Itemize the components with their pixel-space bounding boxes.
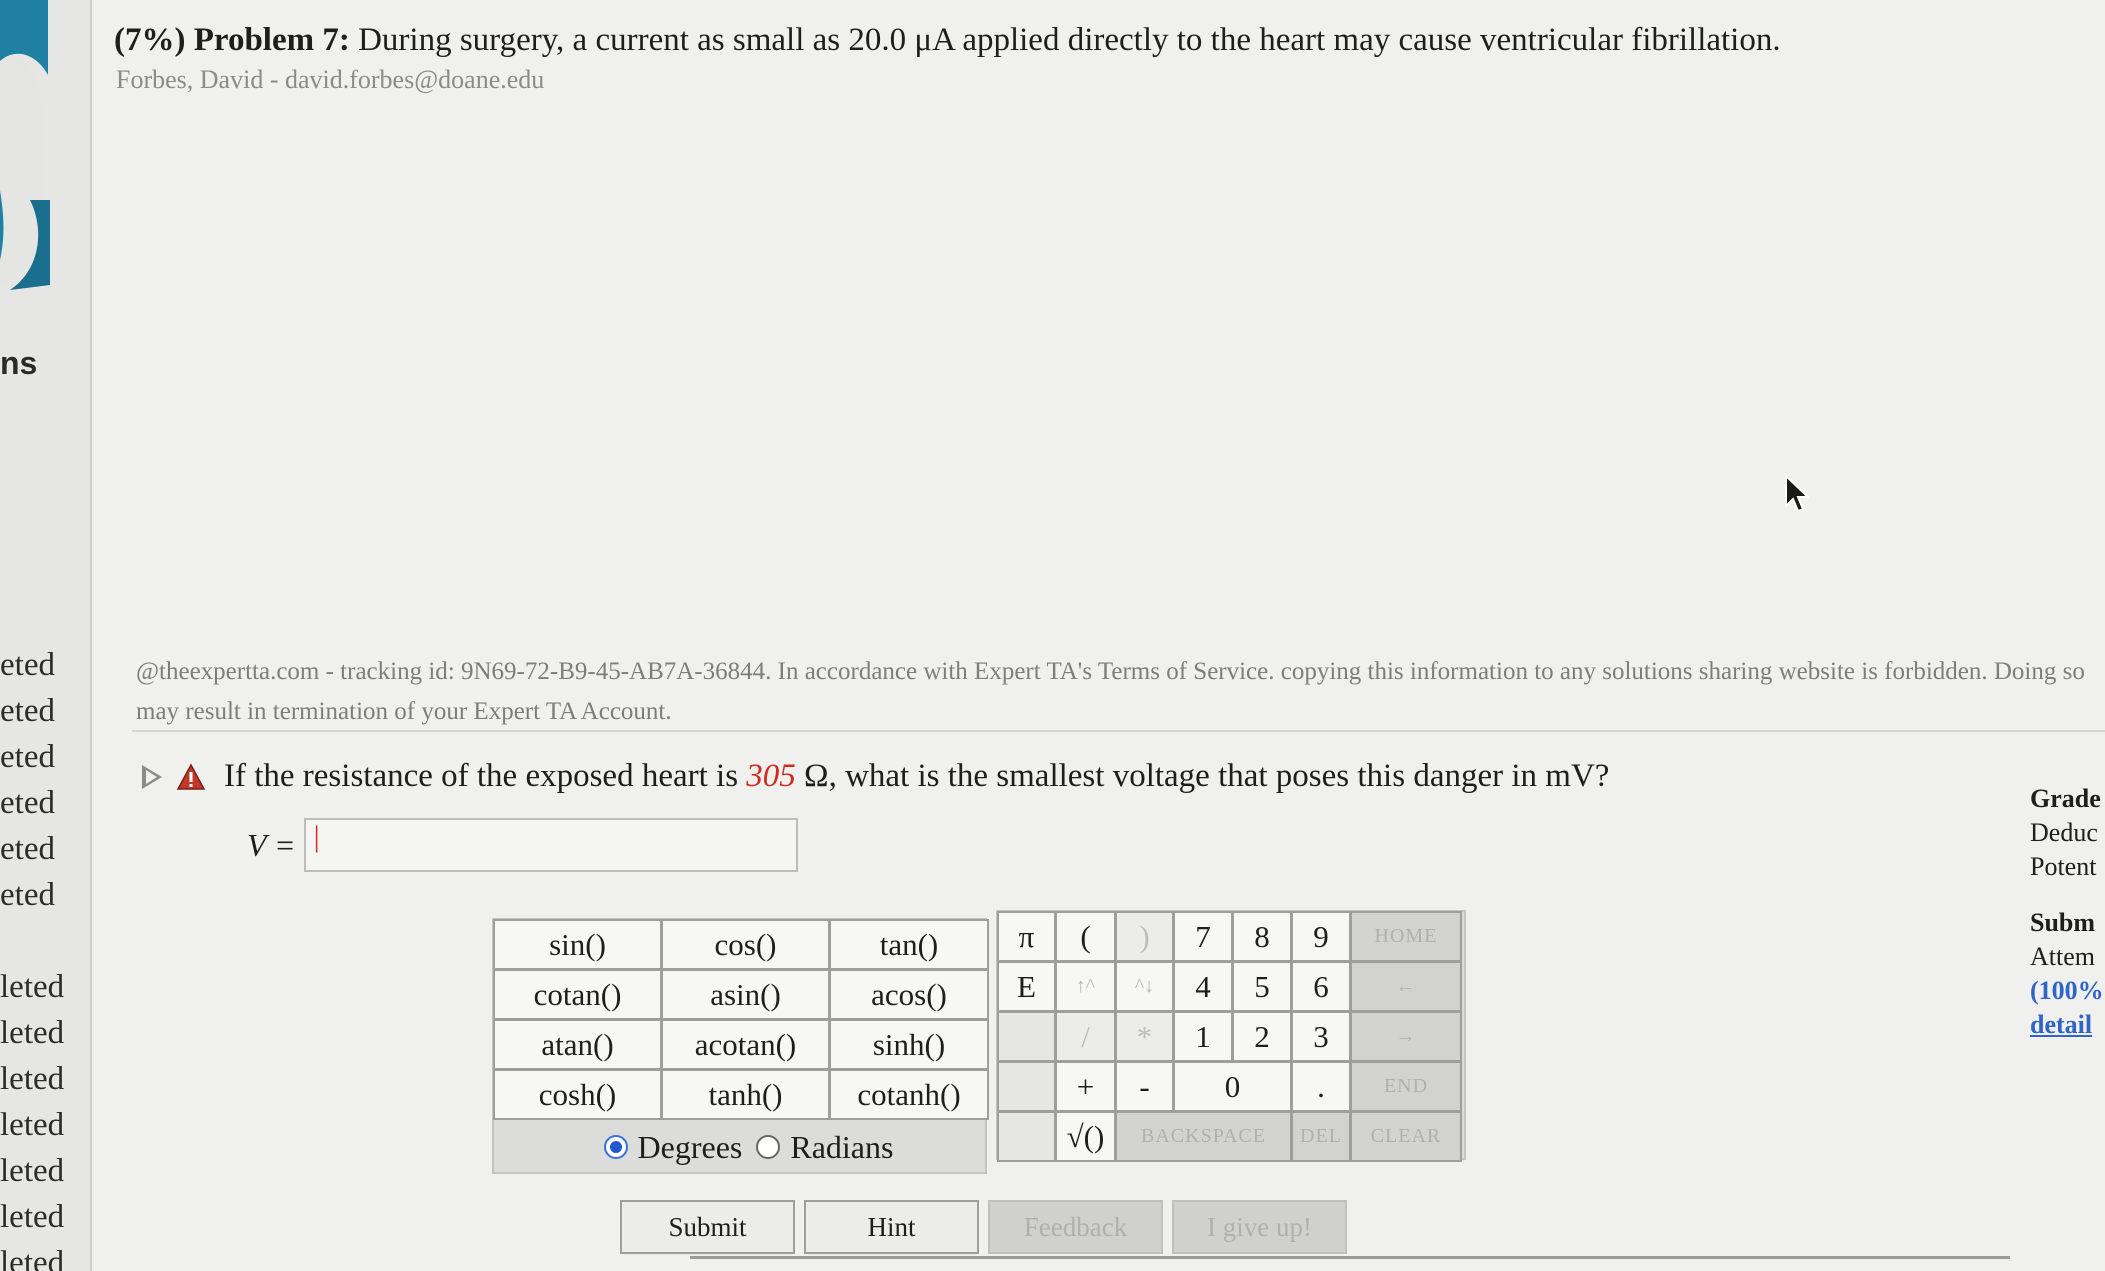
paren-open-key[interactable]: ( bbox=[1055, 911, 1116, 962]
key-2[interactable]: 2 bbox=[1232, 1011, 1292, 1062]
question-prefix: If the resistance of the exposed heart i… bbox=[224, 758, 739, 794]
radians-label[interactable]: Radians bbox=[790, 1129, 893, 1166]
key-6[interactable]: 6 bbox=[1291, 961, 1351, 1012]
sidebar-item[interactable]: eted bbox=[0, 693, 55, 730]
minus-key[interactable]: - bbox=[1115, 1061, 1174, 1112]
grade-label: Grade bbox=[2030, 784, 2101, 813]
end-key[interactable]: END bbox=[1350, 1061, 1462, 1112]
backspace-key[interactable]: BACKSPACE bbox=[1115, 1111, 1292, 1162]
cos-key[interactable]: cos() bbox=[661, 919, 830, 970]
acotan-key[interactable]: acotan() bbox=[661, 1019, 830, 1070]
sidebar-item[interactable]: leted bbox=[0, 1153, 64, 1190]
sidebar-item[interactable]: leted bbox=[0, 1245, 64, 1271]
sidebar-item[interactable]: leted bbox=[0, 1015, 64, 1052]
plus-key[interactable]: + bbox=[1055, 1061, 1116, 1112]
home-key[interactable]: HOME bbox=[1350, 911, 1462, 962]
tan-key[interactable]: tan() bbox=[829, 919, 989, 970]
del-key[interactable]: DEL bbox=[1291, 1111, 1351, 1162]
angle-mode: Degrees Radians bbox=[494, 1122, 989, 1172]
sidebar-item[interactable]: eted bbox=[0, 831, 55, 868]
problem-title: (7%) Problem 7: During surgery, a curren… bbox=[114, 22, 1781, 59]
degrees-label[interactable]: Degrees bbox=[638, 1129, 743, 1166]
sidebar-item[interactable]: eted bbox=[0, 877, 55, 914]
down-caret-key[interactable]: ^↓ bbox=[1115, 961, 1174, 1012]
sin-key[interactable]: sin() bbox=[493, 919, 662, 970]
potential-label: Potent bbox=[2030, 852, 2097, 881]
key-4[interactable]: 4 bbox=[1173, 961, 1233, 1012]
warning-icon bbox=[176, 762, 206, 790]
feedback-button[interactable]: Feedback bbox=[988, 1200, 1163, 1254]
atan-key[interactable]: atan() bbox=[493, 1019, 662, 1070]
details-link[interactable]: detail bbox=[2030, 1008, 2104, 1042]
expand-triangle-icon[interactable] bbox=[142, 764, 162, 789]
number-keypad: π ( ) 7 8 9 HOME E ↑^ ^↓ 4 5 6 ← / * 1 2… bbox=[996, 910, 1466, 1162]
key-3[interactable]: 3 bbox=[1291, 1011, 1351, 1062]
submit-button[interactable]: Submit bbox=[620, 1200, 795, 1254]
radians-radio[interactable] bbox=[756, 1135, 781, 1159]
question-suffix: Ω, what is the smallest voltage that pos… bbox=[804, 758, 1610, 794]
action-buttons: Submit Hint Feedback I give up! bbox=[620, 1200, 1356, 1254]
logo bbox=[0, 0, 64, 300]
blank-key bbox=[997, 1011, 1056, 1062]
blank-key bbox=[997, 1061, 1056, 1112]
up-caret-key[interactable]: ↑^ bbox=[1055, 961, 1116, 1012]
answer-row: V = | bbox=[247, 818, 798, 872]
tanh-key[interactable]: tanh() bbox=[661, 1069, 830, 1120]
answer-input[interactable]: | bbox=[303, 818, 798, 872]
sidebar-item[interactable]: leted bbox=[0, 1199, 64, 1236]
key-0[interactable]: 0 bbox=[1173, 1061, 1292, 1112]
problem-percent: (7%) bbox=[114, 22, 186, 58]
cotan-key[interactable]: cotan() bbox=[493, 969, 662, 1020]
degrees-radio[interactable] bbox=[603, 1135, 628, 1159]
key-5[interactable]: 5 bbox=[1232, 961, 1292, 1012]
give-up-button[interactable]: I give up! bbox=[1172, 1200, 1347, 1254]
submissions-label: Subm bbox=[2030, 908, 2096, 937]
function-keypad: sin() cos() tan() cotan() asin() acos() … bbox=[492, 918, 989, 1174]
e-key[interactable]: E bbox=[997, 961, 1056, 1012]
divider bbox=[690, 1256, 2010, 1259]
cosh-key[interactable]: cosh() bbox=[493, 1069, 662, 1120]
sidebar-item[interactable]: eted bbox=[0, 647, 55, 684]
acos-key[interactable]: acos() bbox=[829, 969, 989, 1020]
key-8[interactable]: 8 bbox=[1232, 911, 1292, 962]
question: If the resistance of the exposed heart i… bbox=[142, 758, 1609, 795]
paren-close-key[interactable]: ) bbox=[1115, 911, 1174, 962]
problem-author: Forbes, David - david.forbes@doane.edu bbox=[116, 65, 545, 94]
grade-summary: Grade Deduc Potent Subm Attem (100% deta… bbox=[2030, 782, 2104, 1042]
divider bbox=[132, 730, 2105, 732]
asin-key[interactable]: asin() bbox=[661, 969, 830, 1020]
key-9[interactable]: 9 bbox=[1291, 911, 1351, 962]
sinh-key[interactable]: sinh() bbox=[829, 1019, 989, 1070]
pi-key[interactable]: π bbox=[997, 911, 1056, 962]
dot-key[interactable]: . bbox=[1291, 1061, 1351, 1112]
attempts-percent: (100% bbox=[2030, 976, 2104, 1005]
tracking-notice: @theexpertta.com - tracking id: 9N69-72-… bbox=[136, 658, 2085, 725]
problem-statement: During surgery, a current as small as 20… bbox=[358, 22, 1781, 58]
sidebar-item[interactable]: eted bbox=[0, 785, 55, 822]
divide-key[interactable]: / bbox=[1055, 1011, 1116, 1062]
sidebar-item[interactable]: leted bbox=[0, 1107, 64, 1144]
clear-key[interactable]: CLEAR bbox=[1350, 1111, 1462, 1162]
multiply-key[interactable]: * bbox=[1115, 1011, 1174, 1062]
sqrt-key[interactable]: √() bbox=[1055, 1111, 1116, 1162]
sidebar-item[interactable]: leted bbox=[0, 1061, 64, 1098]
right-arrow-key[interactable]: → bbox=[1350, 1011, 1462, 1062]
hint-button[interactable]: Hint bbox=[804, 1200, 979, 1254]
question-value: 305 bbox=[746, 758, 796, 794]
attempts-label: Attem bbox=[2030, 942, 2095, 971]
problem-number: Problem 7: bbox=[193, 22, 350, 58]
cotanh-key[interactable]: cotanh() bbox=[829, 1069, 989, 1120]
sidebar-item[interactable]: leted bbox=[0, 969, 64, 1006]
mouse-cursor-icon bbox=[1785, 474, 1811, 513]
blank-key bbox=[997, 1111, 1056, 1162]
sidebar: ns eted eted eted eted eted eted leted l… bbox=[0, 0, 92, 1271]
left-arrow-key[interactable]: ← bbox=[1350, 961, 1462, 1012]
answer-label: V = bbox=[247, 826, 296, 863]
key-7[interactable]: 7 bbox=[1173, 911, 1233, 962]
sidebar-partial-label: ns bbox=[0, 345, 38, 381]
key-1[interactable]: 1 bbox=[1173, 1011, 1233, 1062]
sidebar-item[interactable]: eted bbox=[0, 739, 55, 776]
deduction-label: Deduc bbox=[2030, 818, 2098, 847]
